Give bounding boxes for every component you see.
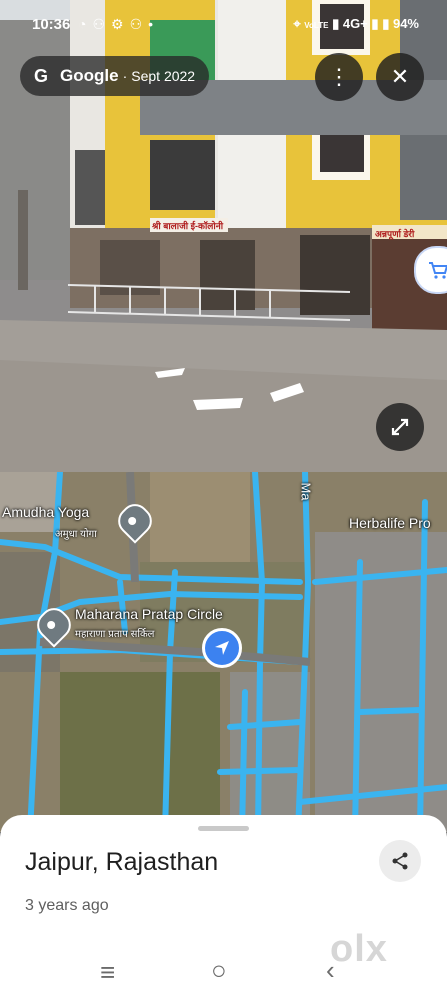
battery-level: 94% xyxy=(392,16,419,31)
shopping-cart-button[interactable] xyxy=(414,246,447,294)
home-icon[interactable]: ○ xyxy=(211,955,227,986)
share-button[interactable] xyxy=(379,840,421,882)
brand-label: Google xyxy=(60,66,119,85)
map-label-amudha-yoga-hindi: अमुधा योगा xyxy=(55,529,97,540)
expand-icon xyxy=(391,418,409,436)
notification-icon: ⚇ xyxy=(129,16,149,32)
map-label-maharana-pratap-hindi: महाराणा प्रताप सर्किल xyxy=(75,629,155,640)
recent-apps-icon[interactable]: ≡ xyxy=(100,957,115,988)
chip-separator: · xyxy=(122,68,128,84)
status-time: 10:36 xyxy=(32,16,71,33)
expand-button[interactable] xyxy=(376,403,424,451)
more-vert-icon: ⋮ xyxy=(328,64,350,89)
network-type: 4G+ xyxy=(342,16,368,31)
dot-icon: • xyxy=(148,16,160,32)
place-title: Jaipur, Rajasthan xyxy=(25,848,219,876)
status-right-icons: ⌖ VoLTE ▮ 4G+ ▮ ▮ 94% xyxy=(293,16,419,32)
signal-icon: ▮ xyxy=(371,16,379,31)
close-button[interactable]: ✕ xyxy=(376,53,424,101)
time-ago: 3 years ago xyxy=(25,897,109,914)
cart-icon xyxy=(429,262,447,279)
share-icon xyxy=(392,852,408,870)
status-bar: 10:36 ◔⚇⚙⚇• ⌖ VoLTE ▮ 4G+ ▮ ▮ 94% xyxy=(0,0,447,48)
imagery-info-chip[interactable]: G Google · Sept 2022 xyxy=(20,56,210,96)
status-notification-icons: ◔⚇⚙⚇• xyxy=(78,16,159,33)
battery-icon: ▮ xyxy=(382,16,390,31)
volte-label: VoLTE xyxy=(304,21,329,30)
navigation-arrow-icon xyxy=(215,641,229,655)
sheet-drag-handle[interactable] xyxy=(198,826,249,831)
location-icon: ⌖ xyxy=(293,16,301,31)
current-location-arrow[interactable] xyxy=(202,628,242,668)
shop-sign-left: श्री बालाजी ई-कॉलोनी xyxy=(152,221,224,231)
map-label-herbalife[interactable]: Herbalife Pro xyxy=(349,515,431,531)
whatsapp-icon: ◔ xyxy=(78,16,93,32)
capture-date: Sept 2022 xyxy=(131,68,196,84)
system-navigation-bar: ≡ ○ ‹ xyxy=(0,945,447,1000)
signal-icon: ▮ xyxy=(332,16,340,31)
back-icon[interactable]: ‹ xyxy=(326,955,335,986)
map-label-amudha-yoga[interactable]: Amudha Yoga xyxy=(2,504,89,520)
google-g-icon: G xyxy=(34,65,49,86)
close-icon: ✕ xyxy=(390,64,410,89)
notification-icon: ⚇ xyxy=(92,16,112,32)
settings-icon: ⚙ xyxy=(111,16,130,32)
map-label-road: Ma xyxy=(298,482,314,501)
map-label-maharana-pratap[interactable]: Maharana Pratap Circle xyxy=(75,606,223,622)
shop-sign-right: अन्नपूर्णा डेरी xyxy=(375,229,415,239)
more-options-button[interactable]: ⋮ xyxy=(315,53,363,101)
